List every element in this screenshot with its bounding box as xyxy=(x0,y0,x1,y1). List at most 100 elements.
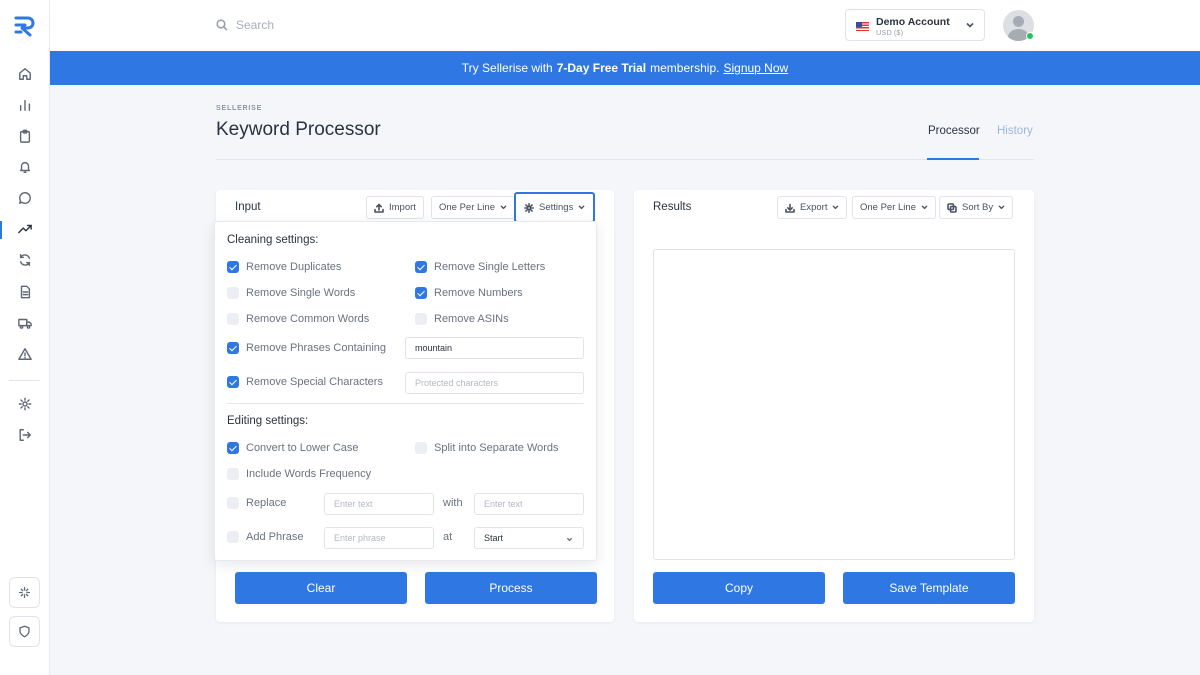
remove-common-words-option[interactable]: Remove Common Words xyxy=(227,313,369,325)
gear-icon[interactable] xyxy=(15,394,35,414)
sidebar-divider xyxy=(9,380,40,381)
bar-chart-icon[interactable] xyxy=(15,95,35,115)
checkbox[interactable] xyxy=(415,313,427,325)
banner-prefix: Try Sellerise with xyxy=(461,61,553,75)
results-label: Results xyxy=(653,201,692,213)
checkbox[interactable] xyxy=(227,531,239,543)
checkbox[interactable] xyxy=(227,342,239,354)
sort-by-dropdown[interactable]: Sort By xyxy=(939,196,1014,219)
checkbox[interactable] xyxy=(227,287,239,299)
checkbox[interactable] xyxy=(415,287,427,299)
words-frequency-option[interactable]: Include Words Frequency xyxy=(227,468,371,480)
checkbox[interactable] xyxy=(227,261,239,273)
results-card: Results Export One Per Line Sort By Copy… xyxy=(634,190,1034,622)
process-button[interactable]: Process xyxy=(425,572,597,604)
checkbox[interactable] xyxy=(227,376,239,388)
chevron-down-icon xyxy=(500,205,507,210)
breadcrumb: SELLERISE xyxy=(216,105,263,112)
option-label: Remove Numbers xyxy=(434,287,523,299)
copy-button[interactable]: Copy xyxy=(653,572,825,604)
option-label: Remove Duplicates xyxy=(246,261,342,273)
warning-icon[interactable] xyxy=(15,344,35,364)
upload-icon xyxy=(374,203,384,213)
add-phrase-option[interactable]: Add Phrase xyxy=(227,531,303,543)
sidebar xyxy=(0,0,50,675)
account-name: Demo Account xyxy=(876,16,950,28)
refresh-icon[interactable] xyxy=(15,250,35,270)
settings-label: Settings xyxy=(539,202,574,213)
trending-icon[interactable] xyxy=(15,219,35,239)
document-icon[interactable] xyxy=(15,282,35,302)
tab-processor[interactable]: Processor xyxy=(928,125,980,137)
tab-history[interactable]: History xyxy=(997,125,1033,137)
remove-duplicates-option[interactable]: Remove Duplicates xyxy=(227,261,341,273)
chevron-down-icon xyxy=(998,205,1005,210)
add-phrase-input[interactable]: Enter phrase xyxy=(324,527,434,549)
checkbox[interactable] xyxy=(227,442,239,454)
remove-asins-option[interactable]: Remove ASINs xyxy=(415,313,509,325)
settings-panel: Cleaning settings: Remove Duplicates Rem… xyxy=(214,221,597,561)
chevron-down-icon xyxy=(566,537,573,542)
replace-option[interactable]: Replace xyxy=(227,497,286,509)
chevron-down-icon xyxy=(966,22,974,28)
import-button[interactable]: Import xyxy=(366,196,424,219)
header-divider xyxy=(216,159,1034,160)
input-format-dropdown[interactable]: One Per Line xyxy=(431,196,515,219)
us-flag-icon xyxy=(856,22,869,31)
protected-characters-input[interactable]: Protected characters xyxy=(405,372,584,394)
save-template-button[interactable]: Save Template xyxy=(843,572,1015,604)
results-format-dropdown[interactable]: One Per Line xyxy=(852,196,936,219)
checkbox[interactable] xyxy=(227,313,239,325)
settings-button[interactable]: Settings xyxy=(514,192,596,223)
search-box[interactable] xyxy=(216,16,416,34)
with-label: with xyxy=(443,497,463,509)
option-label: Remove Single Words xyxy=(246,287,356,299)
remove-numbers-option[interactable]: Remove Numbers xyxy=(415,287,523,299)
option-label: Include Words Frequency xyxy=(246,468,372,480)
banner-highlight: 7-Day Free Trial xyxy=(556,61,647,75)
position-select[interactable]: Start xyxy=(474,527,584,549)
clipboard-icon[interactable] xyxy=(15,126,35,146)
remove-single-words-option[interactable]: Remove Single Words xyxy=(227,287,355,299)
clear-button[interactable]: Clear xyxy=(235,572,407,604)
option-label: Remove Phrases Containing xyxy=(246,342,387,354)
option-label: Add Phrase xyxy=(246,531,304,543)
bell-icon[interactable] xyxy=(15,157,35,177)
convert-lower-case-option[interactable]: Convert to Lower Case xyxy=(227,442,359,454)
results-format-label: One Per Line xyxy=(860,202,916,213)
gear-icon xyxy=(524,202,534,213)
checkbox[interactable] xyxy=(415,442,427,454)
sparkle-button[interactable] xyxy=(9,577,40,608)
checkbox[interactable] xyxy=(227,468,239,480)
split-words-option[interactable]: Split into Separate Words xyxy=(415,442,559,454)
search-input[interactable] xyxy=(236,18,396,32)
option-label: Split into Separate Words xyxy=(434,442,559,454)
checkbox[interactable] xyxy=(227,497,239,509)
sellerise-logo[interactable] xyxy=(13,15,37,37)
results-textarea[interactable] xyxy=(653,249,1015,560)
signup-link[interactable]: Signup Now xyxy=(723,61,788,75)
option-label: Remove Single Letters xyxy=(434,261,546,273)
position-value: Start xyxy=(484,533,504,543)
account-selector[interactable]: Demo Account USD ($) xyxy=(845,9,985,41)
remove-single-letters-option[interactable]: Remove Single Letters xyxy=(415,261,545,273)
checkbox[interactable] xyxy=(415,261,427,273)
shield-button[interactable] xyxy=(9,616,40,647)
remove-special-characters-option[interactable]: Remove Special Characters xyxy=(227,376,383,388)
remove-phrases-containing-option[interactable]: Remove Phrases Containing xyxy=(227,342,386,354)
logout-icon[interactable] xyxy=(15,425,35,445)
account-currency: USD ($) xyxy=(876,28,904,37)
option-label: Remove Common Words xyxy=(246,313,370,325)
truck-icon[interactable] xyxy=(15,313,35,333)
active-tab-underline xyxy=(927,158,979,160)
input-label: Input xyxy=(235,201,261,213)
home-icon[interactable] xyxy=(15,64,35,84)
chat-icon[interactable] xyxy=(15,188,35,208)
export-button[interactable]: Export xyxy=(777,196,848,219)
editing-settings-title: Editing settings: xyxy=(227,415,309,427)
replace-with-input[interactable]: Enter text xyxy=(474,493,584,515)
option-label: Remove ASINs xyxy=(434,313,509,325)
phrases-containing-input[interactable]: mountain xyxy=(405,337,584,359)
topbar: Demo Account USD ($) xyxy=(50,0,1200,51)
replace-input[interactable]: Enter text xyxy=(324,493,434,515)
